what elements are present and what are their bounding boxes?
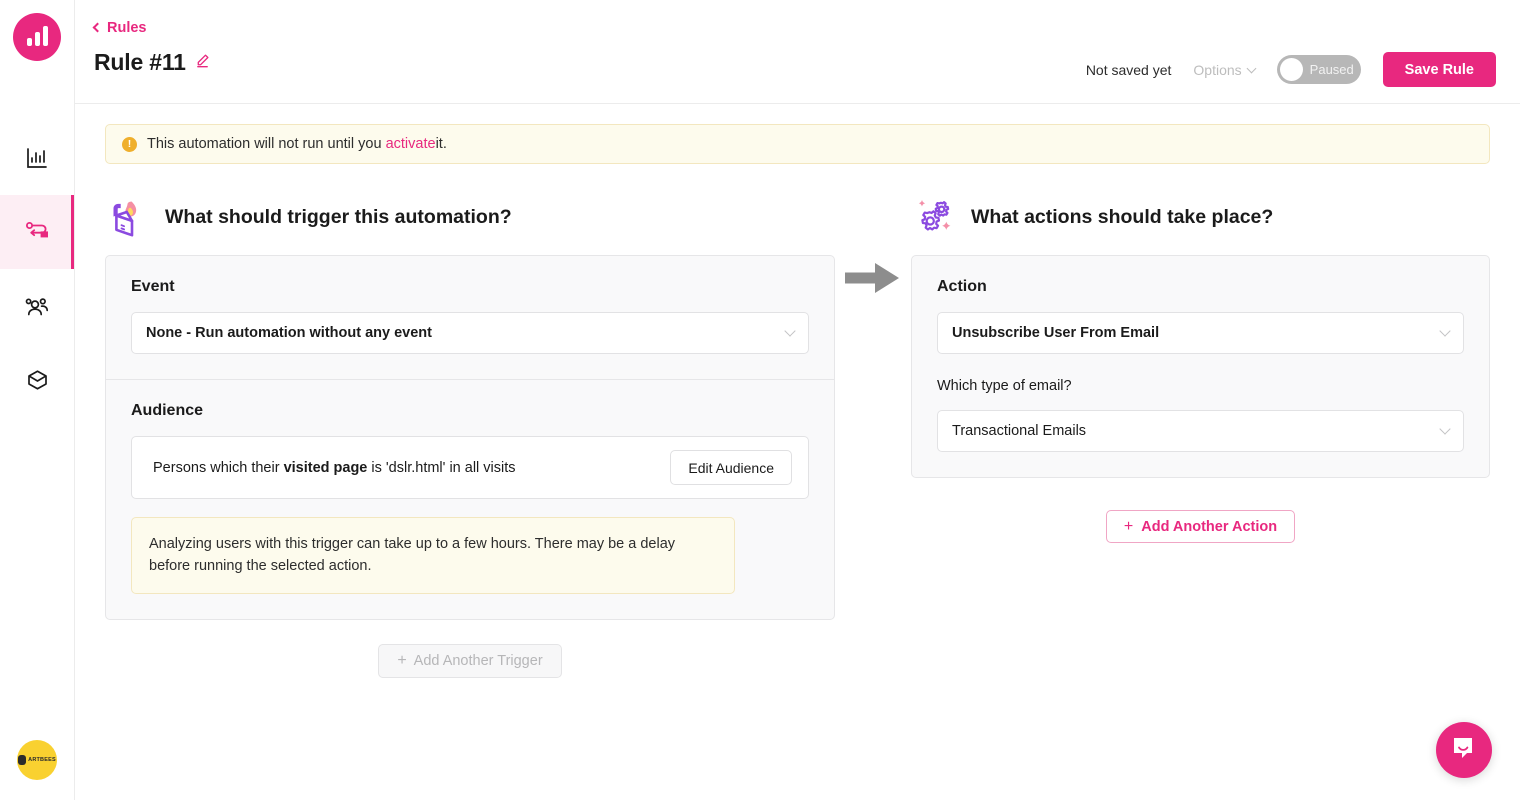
action-label: Action — [937, 278, 987, 295]
action-heading: What actions should take place? — [971, 205, 1274, 228]
audience-label: Audience — [131, 402, 204, 419]
banner-text: This automation will not run until you a… — [147, 136, 447, 152]
action-section: Action Unsubscribe User From Email Which… — [912, 256, 1489, 477]
add-action-label: Add Another Action — [1141, 518, 1278, 535]
toggle-label: Paused — [1309, 62, 1354, 77]
banner-text-before: This automation will not run until you — [147, 136, 382, 152]
avatar-glyph — [18, 755, 27, 765]
event-section: Event None - Run automation without any … — [106, 256, 834, 379]
chat-bubble-icon — [1451, 735, 1477, 766]
sidebar-nav — [0, 121, 74, 417]
add-trigger-label: Add Another Trigger — [413, 652, 543, 669]
trigger-heading-row: What should trigger this automation? — [105, 189, 835, 245]
people-icon — [24, 294, 50, 318]
audience-text-1: Persons which their — [153, 459, 284, 476]
action-card: Action Unsubscribe User From Email Which… — [911, 255, 1490, 478]
trigger-card: Event None - Run automation without any … — [105, 255, 835, 620]
add-another-trigger-button[interactable]: + Add Another Trigger — [378, 643, 562, 678]
lighter-flame-icon — [105, 195, 149, 239]
flow-arrow-column — [835, 189, 911, 678]
avatar-label: ARTBEES — [28, 757, 56, 763]
chevron-left-icon — [92, 22, 103, 33]
app-root: ARTBEES Rules Rule #11 Not saved yet Opt… — [0, 0, 1520, 800]
page-title: Rule #11 — [94, 49, 186, 75]
audience-section: Audience Persons which their visited pag… — [106, 379, 834, 619]
sidebar: ARTBEES — [0, 0, 75, 800]
plus-icon: + — [1123, 517, 1134, 535]
plus-icon: + — [397, 651, 407, 669]
activate-link[interactable]: activate — [386, 136, 436, 152]
event-select[interactable]: None - Run automation without any event — [131, 312, 809, 354]
action-heading-row: What actions should take place? — [911, 189, 1490, 245]
sidebar-item-rules[interactable] — [0, 195, 74, 269]
trigger-heading: What should trigger this automation? — [165, 205, 512, 228]
pencil-icon[interactable] — [195, 53, 210, 73]
toggle-knob — [1279, 58, 1303, 81]
sidebar-item-products[interactable] — [0, 343, 74, 417]
event-label: Event — [131, 278, 175, 295]
gears-sparkle-icon — [911, 194, 955, 240]
options-menu[interactable]: Options — [1193, 61, 1257, 78]
avatar[interactable]: ARTBEES — [17, 740, 57, 780]
sidebar-item-audience[interactable] — [0, 269, 74, 343]
trigger-column: What should trigger this automation? Eve… — [105, 189, 835, 678]
audience-text-2: is 'dslr.html' in all visits — [367, 459, 516, 476]
automation-flow-icon — [24, 220, 50, 244]
support-chat-button[interactable] — [1436, 722, 1492, 778]
warning-icon: ! — [122, 136, 137, 152]
breadcrumb-label: Rules — [107, 20, 147, 36]
chevron-down-icon — [1439, 423, 1451, 435]
event-select-value: None - Run automation without any event — [146, 325, 432, 341]
sidebar-item-analytics[interactable] — [0, 121, 74, 195]
audience-box: Persons which their visited page is 'dsl… — [131, 436, 809, 499]
options-label: Options — [1193, 61, 1242, 78]
chevron-down-icon — [1439, 325, 1451, 337]
action-select-value: Unsubscribe User From Email — [952, 325, 1160, 341]
email-type-select[interactable]: Transactional Emails — [937, 410, 1464, 452]
topbar: Rules Rule #11 Not saved yet Options Pau… — [75, 0, 1520, 104]
email-type-value: Transactional Emails — [952, 423, 1087, 439]
action-column: What actions should take place? Action U… — [911, 189, 1490, 678]
arrow-right-icon — [845, 261, 901, 300]
bar-chart-icon — [25, 146, 49, 170]
box-icon — [25, 368, 50, 392]
breadcrumb-rules[interactable]: Rules — [92, 20, 147, 36]
save-status: Not saved yet — [1085, 61, 1172, 78]
edit-audience-button[interactable]: Edit Audience — [670, 450, 792, 485]
action-select[interactable]: Unsubscribe User From Email — [937, 312, 1464, 354]
chevron-down-icon — [784, 325, 796, 337]
audience-description: Persons which their visited page is 'dsl… — [153, 460, 516, 476]
builder-columns: What should trigger this automation? Eve… — [105, 189, 1490, 678]
main-area: Rules Rule #11 Not saved yet Options Pau… — [75, 0, 1520, 800]
topbar-actions: Not saved yet Options Paused Save Rule — [1086, 52, 1496, 87]
add-another-action-button[interactable]: + Add Another Action — [1105, 510, 1296, 543]
audience-text-bold: visited page — [283, 459, 368, 476]
trigger-delay-note: Analyzing users with this trigger can ta… — [131, 517, 735, 594]
chevron-down-icon — [1246, 63, 1257, 73]
banner-text-after: it. — [435, 136, 447, 152]
activation-banner: ! This automation will not run until you… — [105, 124, 1490, 164]
save-rule-button[interactable]: Save Rule — [1382, 52, 1496, 87]
app-logo[interactable] — [13, 13, 61, 61]
content: ! This automation will not run until you… — [75, 104, 1520, 678]
pause-toggle[interactable]: Paused — [1276, 55, 1361, 84]
email-type-label: Which type of email? — [937, 378, 1072, 394]
